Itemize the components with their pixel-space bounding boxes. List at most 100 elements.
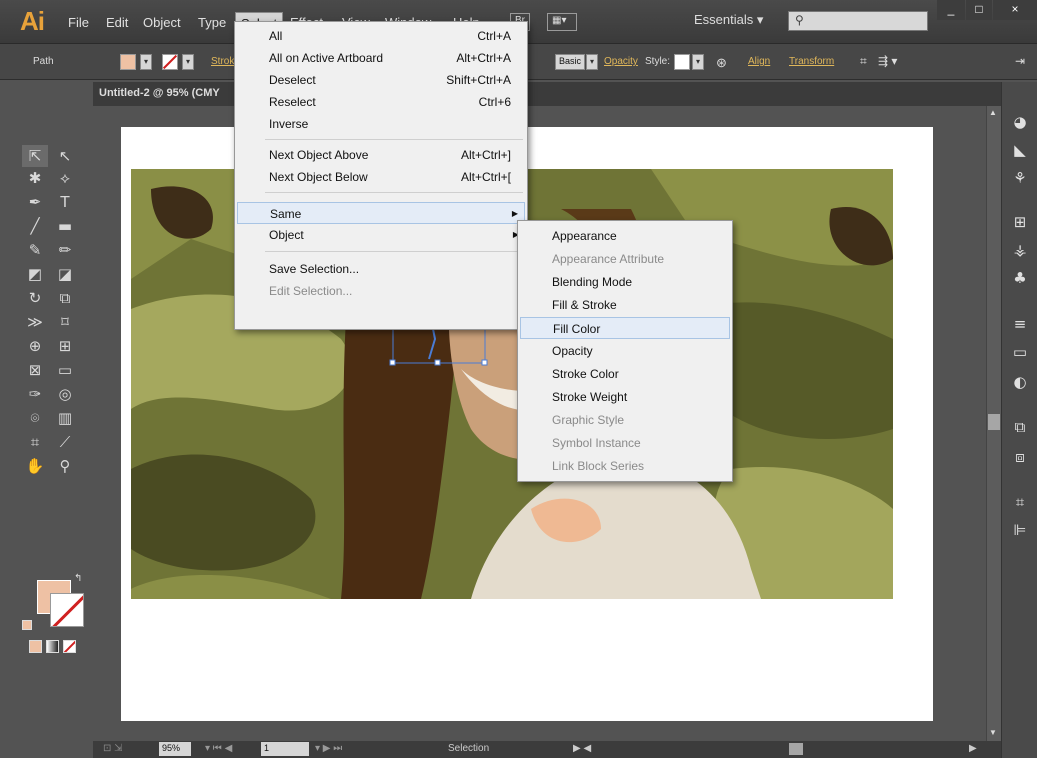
zoom-dropdown-icon[interactable]: ▾ ⏮ ◀	[205, 743, 232, 754]
brush-definition-dropdown[interactable]: Basic	[555, 54, 586, 70]
stroke-color-box[interactable]	[50, 593, 84, 627]
slice-tool-icon[interactable]: ⟋	[52, 431, 78, 453]
menu-type[interactable]: Type	[193, 12, 231, 34]
distribute-icon[interactable]: ⇶ ▾	[878, 54, 897, 68]
close-button[interactable]: ×	[993, 0, 1037, 20]
width-tool-icon[interactable]: ≫	[22, 311, 48, 333]
search-input[interactable]: ⚲	[788, 11, 928, 31]
menu-item-same[interactable]: Same ▶	[237, 202, 525, 224]
eraser-tool-icon[interactable]: ◪	[52, 263, 78, 285]
hand-tool-icon[interactable]: ✋	[22, 455, 48, 477]
column-graph-tool-icon[interactable]: ▥	[52, 407, 78, 429]
color-guide-icon[interactable]: ◣	[1010, 140, 1030, 160]
minimize-button[interactable]: _	[937, 0, 965, 20]
appearance-icon[interactable]: ⧉	[1010, 417, 1030, 437]
magic-wand-tool-icon[interactable]: ✱	[22, 167, 48, 189]
artboard-number-field[interactable]: 1	[261, 742, 309, 756]
direct-selection-tool-icon[interactable]: ↖	[52, 145, 78, 167]
menu-item-next-object-above[interactable]: Next Object Above Alt+Ctrl+]	[237, 144, 525, 166]
zoom-tool-icon[interactable]: ⚲	[52, 455, 78, 477]
menu-item-all-on-artboard[interactable]: All on Active Artboard Alt+Ctrl+A	[237, 47, 525, 69]
shape-builder-tool-icon[interactable]: ⊕	[22, 335, 48, 357]
submenu-item-fill-color[interactable]: Fill Color	[520, 317, 730, 339]
stroke-link[interactable]: Strok	[211, 56, 234, 67]
stroke-panel-icon[interactable]: ≡	[1010, 314, 1030, 334]
submenu-item-appearance[interactable]: Appearance	[520, 225, 730, 247]
swap-fill-stroke-icon[interactable]: ↰	[74, 573, 82, 584]
color-panel-icon[interactable]: ◕	[1010, 112, 1030, 132]
transform-link[interactable]: Transform	[789, 56, 834, 67]
symbol-sprayer-tool-icon[interactable]: ⌾	[22, 407, 48, 429]
isolate-icon[interactable]: ⌗	[860, 54, 867, 69]
layers-icon[interactable]: ⧈	[1010, 447, 1030, 467]
zoom-field[interactable]: 95%	[159, 742, 191, 756]
submenu-item-fill-stroke[interactable]: Fill & Stroke	[520, 294, 730, 316]
workspace-switcher[interactable]: Essentials ▾	[694, 12, 763, 28]
type-tool-icon[interactable]: T	[52, 191, 78, 213]
horizontal-scroll-thumb[interactable]	[789, 743, 803, 755]
submenu-item-stroke-color[interactable]: Stroke Color	[520, 363, 730, 385]
none-mode-icon[interactable]	[63, 640, 76, 653]
vertical-scroll-thumb[interactable]	[988, 414, 1000, 430]
artboard-tool-icon[interactable]: ⌗	[22, 431, 48, 453]
maximize-button[interactable]: □	[966, 0, 992, 20]
brushes-icon[interactable]: ⚶	[1010, 240, 1030, 260]
gradient-tool-icon[interactable]: ▭	[52, 359, 78, 381]
gradient-panel-icon[interactable]: ▭	[1010, 342, 1030, 362]
status-menu-icon[interactable]: ▶ ◀	[573, 743, 591, 754]
eyedropper-tool-icon[interactable]: ✑	[22, 383, 48, 405]
fill-color-swatch[interactable]	[120, 54, 136, 70]
submenu-item-stroke-weight[interactable]: Stroke Weight	[520, 386, 730, 408]
basic-dropdown[interactable]: ▾	[586, 54, 598, 70]
color-mode-icon[interactable]	[29, 640, 42, 653]
align-panel-icon[interactable]: ⊫	[1010, 520, 1030, 540]
default-fill-stroke-icon[interactable]	[22, 620, 32, 630]
version-cue-icon[interactable]: ⊡ ⇲	[103, 743, 123, 754]
rotate-tool-icon[interactable]: ↻	[22, 287, 48, 309]
menu-object[interactable]: Object	[138, 12, 186, 34]
free-transform-tool-icon[interactable]: ⌑	[52, 311, 78, 333]
menu-edit[interactable]: Edit	[101, 12, 133, 34]
menu-item-inverse[interactable]: Inverse	[237, 113, 525, 135]
submenu-item-blending-mode[interactable]: Blending Mode	[520, 271, 730, 293]
lasso-tool-icon[interactable]: ⟡	[52, 167, 78, 189]
transparency-icon[interactable]: ◐	[1010, 372, 1030, 392]
stroke-color-swatch[interactable]	[162, 54, 178, 70]
pencil-tool-icon[interactable]: ✏	[52, 239, 78, 261]
menu-file[interactable]: File	[63, 12, 94, 34]
symbols-icon[interactable]: ♣	[1010, 268, 1030, 288]
selection-tool-icon[interactable]: ⇱	[22, 145, 48, 167]
stroke-dropdown[interactable]: ▾	[182, 54, 194, 70]
fill-dropdown[interactable]: ▾	[140, 54, 152, 70]
blob-brush-tool-icon[interactable]: ◩	[22, 263, 48, 285]
panel-menu-icon[interactable]: ⇥	[1015, 54, 1025, 68]
scale-tool-icon[interactable]: ⧉	[52, 287, 78, 309]
perspective-grid-tool-icon[interactable]: ⊞	[52, 335, 78, 357]
style-dropdown[interactable]: ▾	[692, 54, 704, 70]
recolor-icon[interactable]: ⊛	[716, 55, 727, 71]
scroll-up-icon[interactable]: ▲	[989, 108, 997, 117]
swatches-icon[interactable]: ⊞	[1010, 212, 1030, 232]
vertical-scrollbar[interactable]: ▲ ▼	[986, 106, 1001, 741]
mesh-tool-icon[interactable]: ⊠	[22, 359, 48, 381]
opacity-link[interactable]: Opacity	[604, 56, 638, 67]
graphic-style-swatch[interactable]	[674, 54, 690, 70]
scroll-right-icon[interactable]: ▶	[969, 743, 977, 754]
blend-tool-icon[interactable]: ◎	[52, 383, 78, 405]
pen-tool-icon[interactable]: ✒	[22, 191, 48, 213]
kuler-icon[interactable]: ⚘	[1010, 168, 1030, 188]
submenu-item-opacity[interactable]: Opacity	[520, 340, 730, 362]
artboard-nav-icon[interactable]: ▾ ▶ ⏭	[315, 743, 342, 754]
rectangle-tool-icon[interactable]: ▬	[52, 215, 78, 237]
scroll-down-icon[interactable]: ▼	[989, 728, 997, 737]
menu-item-all[interactable]: All Ctrl+A	[237, 25, 525, 47]
line-tool-icon[interactable]: ╱	[22, 215, 48, 237]
menu-item-reselect[interactable]: Reselect Ctrl+6	[237, 91, 525, 113]
arrange-documents-icon[interactable]: ▦▾	[547, 13, 577, 31]
artboards-panel-icon[interactable]: ⌗	[1010, 492, 1030, 512]
menu-item-next-object-below[interactable]: Next Object Below Alt+Ctrl+[	[237, 166, 525, 188]
paintbrush-tool-icon[interactable]: ✎	[22, 239, 48, 261]
align-link[interactable]: Align	[748, 56, 770, 67]
document-tab[interactable]: Untitled-2 @ 95% (CMY	[93, 82, 243, 106]
gradient-mode-icon[interactable]	[46, 640, 59, 653]
